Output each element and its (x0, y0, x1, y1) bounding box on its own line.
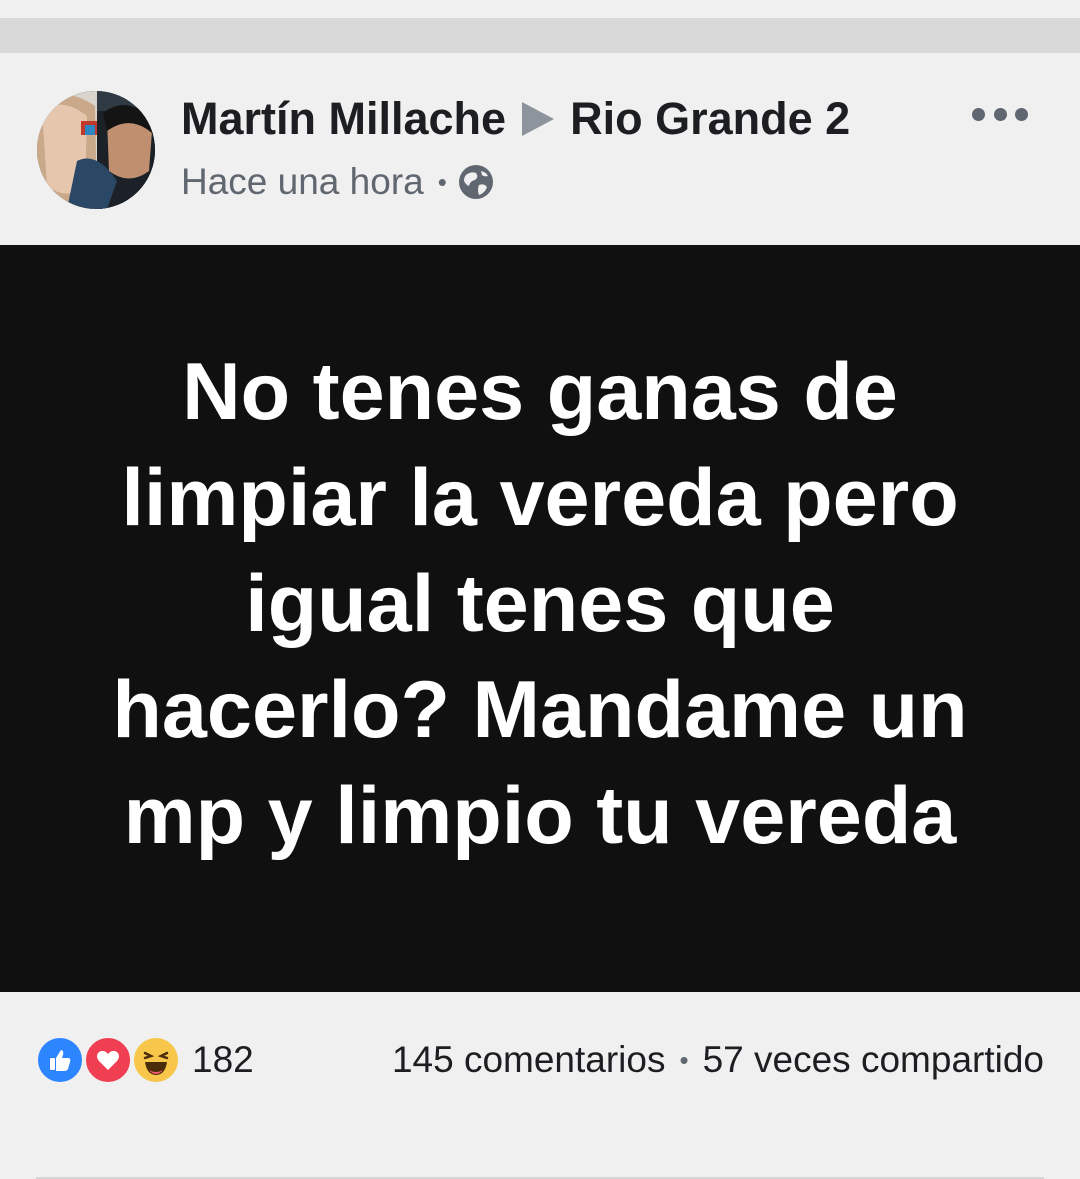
dot (972, 107, 985, 121)
author-name[interactable]: Martín Millache (181, 93, 506, 145)
engagement-counts: 145 comentarios • 57 veces compartido (392, 1036, 1044, 1084)
post-header: Martín Millache Rio Grande 2 Hace una ho… (0, 53, 1080, 245)
reaction-icons (36, 1036, 182, 1084)
shared-to-arrow-icon (522, 102, 555, 136)
avatar[interactable] (37, 91, 155, 209)
meta-separator: • (437, 166, 447, 197)
reaction-count: 182 (192, 1039, 254, 1080)
post-card: Martín Millache Rio Grande 2 Hace una ho… (0, 53, 1080, 1179)
haha-icon (132, 1036, 180, 1084)
comments-count[interactable]: 145 comentarios (392, 1039, 666, 1081)
post-text: No tenes ganas de limpiar la vereda pero… (112, 346, 968, 861)
dot (993, 107, 1007, 121)
author-line: Martín Millache Rio Grande 2 (181, 93, 850, 145)
reactions-summary[interactable]: 182 (36, 1036, 254, 1084)
globe-icon (458, 165, 493, 199)
avatar-photo (37, 91, 155, 209)
like-icon (36, 1036, 84, 1084)
post-content[interactable]: No tenes ganas de limpiar la vereda pero… (0, 245, 1080, 992)
more-options-icon[interactable] (972, 103, 1028, 125)
shares-count[interactable]: 57 veces compartido (703, 1039, 1044, 1081)
post-meta: Hace una hora • (181, 161, 495, 203)
counts-separator: • (679, 1044, 689, 1075)
dot (1015, 107, 1028, 121)
love-icon (84, 1036, 132, 1084)
feed-separator-bar (0, 18, 1080, 53)
status-strip (0, 0, 1080, 18)
post-footer: 182 145 comentarios • 57 veces compartid… (0, 992, 1080, 1179)
post-timestamp[interactable]: Hace una hora (181, 161, 424, 203)
group-name[interactable]: Rio Grande 2 (570, 93, 850, 145)
